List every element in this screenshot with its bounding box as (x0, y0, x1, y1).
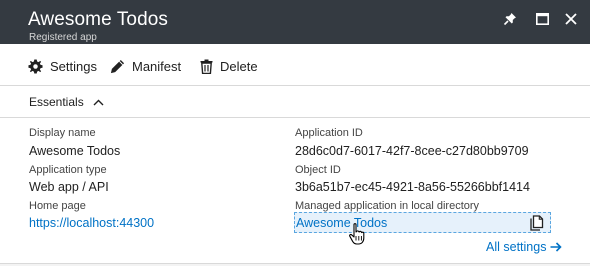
settings-label: Settings (50, 58, 97, 74)
application-type-label: Application type (29, 164, 107, 176)
display-name-value: Awesome Todos (29, 144, 121, 158)
display-name-label: Display name (29, 127, 96, 139)
essentials-toggle[interactable]: Essentials (0, 87, 590, 118)
arrow-right-icon (550, 242, 563, 252)
all-settings-label: All settings (486, 240, 547, 254)
chevron-up-icon (93, 99, 104, 105)
pin-icon (503, 13, 516, 26)
blade-header: Awesome Todos Registered app (0, 0, 590, 44)
all-settings-link[interactable]: All settings (486, 240, 563, 254)
managed-app-field[interactable]: Awesome Todos (294, 212, 551, 233)
application-id-value[interactable]: 28d6c0d7-6017-42f7-8cee-c27d80bb9709 (295, 143, 529, 159)
close-button[interactable] (561, 9, 581, 29)
delete-label: Delete (220, 58, 258, 74)
pin-button[interactable] (500, 9, 520, 29)
managed-app-link[interactable]: Awesome Todos (296, 215, 387, 231)
trash-icon (200, 59, 213, 74)
copy-button[interactable] (530, 215, 544, 231)
manifest-button[interactable]: Manifest (110, 56, 181, 76)
managed-app-label: Managed application in local directory (295, 200, 480, 212)
maximize-icon (535, 13, 549, 25)
app-title: Awesome Todos (28, 9, 169, 30)
pencil-icon (110, 59, 125, 73)
copy-icon (530, 215, 544, 231)
essentials-label: Essentials (29, 95, 84, 109)
maximize-button[interactable] (532, 9, 552, 29)
application-type-value: Web app / API (29, 180, 109, 194)
application-id-label: Application ID (295, 127, 363, 139)
command-bar: Settings Manifest Delete (0, 44, 590, 86)
app-subtitle: Registered app (29, 32, 97, 43)
gear-icon (28, 58, 43, 74)
object-id-value[interactable]: 3b6a51b7-ec45-4921-8a56-55266bbf1414 (295, 179, 530, 195)
close-icon (565, 13, 577, 25)
delete-button[interactable]: Delete (200, 56, 258, 76)
manifest-label: Manifest (132, 58, 182, 74)
object-id-label: Object ID (295, 164, 341, 176)
settings-button[interactable]: Settings (28, 56, 97, 76)
home-page-label: Home page (29, 200, 86, 212)
home-page-link[interactable]: https://localhost:44300 (29, 215, 154, 231)
